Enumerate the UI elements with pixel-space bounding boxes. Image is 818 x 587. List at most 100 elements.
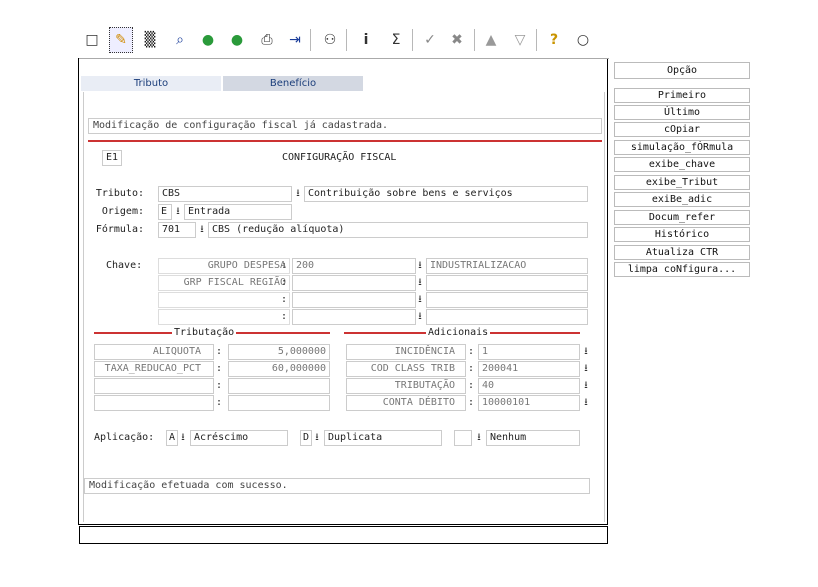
tributacao-value-1[interactable]: 5,000000 xyxy=(228,344,330,360)
main-frame: Tributo Benefício Modificação de configu… xyxy=(78,58,609,525)
historico-button[interactable]: Histórico xyxy=(614,227,750,242)
aplicacao-a-dropdown-icon[interactable]: ⭳ xyxy=(177,431,189,445)
toolbar-separator xyxy=(536,29,537,51)
form-panel: Modificação de configuração fiscal já ca… xyxy=(83,92,605,522)
status-bar xyxy=(79,526,608,544)
tributo-dropdown-icon[interactable]: ⭳ xyxy=(292,187,304,201)
adicionais-value-3[interactable]: 40 xyxy=(478,378,580,394)
chave-desc-2 xyxy=(426,275,588,291)
page-title: CONFIGURAÇÃO FISCAL xyxy=(282,152,397,163)
docum-refer-button[interactable]: Docum_refer xyxy=(614,210,750,225)
adicionais-value-1[interactable]: 1 xyxy=(478,344,580,360)
tab-beneficio[interactable]: Benefício xyxy=(223,76,363,91)
adicionais-value-4[interactable]: 10000101 xyxy=(478,395,580,411)
new-icon[interactable]: □ xyxy=(80,27,104,53)
atualiza-ctr-button[interactable]: Atualiza CTR xyxy=(614,245,750,260)
primeiro-button[interactable]: Primeiro xyxy=(614,88,750,103)
exibe-chave-button[interactable]: exibe_chave xyxy=(614,157,750,172)
exibe-adic-button[interactable]: exiBe_adic xyxy=(614,192,750,207)
toolbar-separator xyxy=(474,29,475,51)
colon: : xyxy=(216,380,223,391)
go-next-icon[interactable]: ● xyxy=(196,27,220,53)
formula-dropdown-icon[interactable]: ⭳ xyxy=(196,223,208,237)
cancel-tools-icon[interactable]: ✖ xyxy=(445,27,469,53)
adicionais-dropdown-icon[interactable]: ⭳ xyxy=(580,362,592,376)
chave-code-3[interactable] xyxy=(292,292,416,308)
ultimo-button[interactable]: Último xyxy=(614,105,750,120)
chave-code-1[interactable]: 200 xyxy=(292,258,416,274)
tributacao-name-2: TAXA_REDUCAO_PCT xyxy=(94,361,214,377)
adicionais-dropdown-icon[interactable]: ⭳ xyxy=(580,396,592,410)
up-icon[interactable]: ▲ xyxy=(479,27,503,53)
formula-desc-field: CBS (redução alíquota) xyxy=(208,222,588,238)
tributo-label: Tributo: xyxy=(95,188,144,199)
colon: : xyxy=(281,311,288,322)
chave-code-4[interactable] xyxy=(292,309,416,325)
colon: : xyxy=(216,363,223,374)
chave-desc-1: INDUSTRIALIZACAO xyxy=(426,258,588,274)
message-bottom: Modificação efetuada com sucesso. xyxy=(84,478,590,494)
adicionais-dropdown-icon[interactable]: ⭳ xyxy=(580,379,592,393)
formula-code-field[interactable]: 701 xyxy=(158,222,196,238)
adicionais-name-2: COD CLASS TRIB xyxy=(346,361,466,377)
tributacao-name-3 xyxy=(94,378,214,394)
simulacao-formula-button[interactable]: simulação_fÓRmula xyxy=(614,140,750,155)
tributo-desc-field: Contribuição sobre bens e serviços xyxy=(304,186,588,202)
chave-name-4 xyxy=(158,309,290,325)
limpa-configura-button[interactable]: limpa coNfigura... xyxy=(614,262,750,277)
aplicacao-n-dropdown-icon[interactable]: ⭳ xyxy=(473,431,485,445)
colon: : xyxy=(216,346,223,357)
tributacao-title: Tributação xyxy=(172,327,237,339)
toolbar: □ ✎ ▒ ⌕ ● ● ⎙ ⇥ ⚇ i Σ ✓ ✖ ▲ ▽ ? ○ xyxy=(78,24,608,58)
adicionais-name-3: TRIBUTAÇÃO xyxy=(346,378,466,394)
go-prev-icon[interactable]: ● xyxy=(225,27,249,53)
origem-code-field[interactable]: E xyxy=(158,204,172,220)
chave-code-2[interactable] xyxy=(292,275,416,291)
search-icon[interactable]: ⌕ xyxy=(168,27,192,53)
tributacao-name-4 xyxy=(94,395,214,411)
adicionais-dropdown-icon[interactable]: ⭳ xyxy=(580,345,592,359)
exibe-tribut-button[interactable]: exibe_Tribut xyxy=(614,175,750,190)
tributacao-name-1: ALIQUOTA xyxy=(94,344,214,360)
confirm-icon[interactable]: ✓ xyxy=(418,27,442,53)
chave-dropdown-icon[interactable]: ⭳ xyxy=(414,259,426,273)
down-icon[interactable]: ▽ xyxy=(508,27,532,53)
delete-icon[interactable]: ▒ xyxy=(138,27,162,53)
origem-label: Origem: xyxy=(101,206,144,217)
comment-icon[interactable]: ○ xyxy=(571,27,595,53)
copiar-button[interactable]: cOpiar xyxy=(614,122,750,137)
toolbar-separator xyxy=(346,29,347,51)
colon: : xyxy=(468,346,475,357)
colon: : xyxy=(281,294,288,305)
info-icon[interactable]: i xyxy=(354,27,378,53)
chave-dropdown-icon[interactable]: ⭳ xyxy=(414,293,426,307)
edit-icon[interactable]: ✎ xyxy=(109,27,133,53)
tab-tributo[interactable]: Tributo xyxy=(81,76,221,91)
toolbar-separator xyxy=(412,29,413,51)
tributacao-value-4[interactable] xyxy=(228,395,330,411)
opcao-header: Opção xyxy=(614,62,750,79)
colon: : xyxy=(468,380,475,391)
colon: : xyxy=(281,260,288,271)
chave-label: Chave: xyxy=(106,260,143,271)
print-icon[interactable]: ⎙ xyxy=(255,27,279,53)
chave-dropdown-icon[interactable]: ⭳ xyxy=(414,276,426,290)
aplicacao-a-desc: Acréscimo xyxy=(190,430,288,446)
adicionais-name-4: CONTA DÉBITO xyxy=(346,395,466,411)
tributo-code-field[interactable]: CBS xyxy=(158,186,292,202)
help-icon[interactable]: ? xyxy=(542,27,566,53)
chave-desc-4 xyxy=(426,309,588,325)
binoculars-icon[interactable]: ⚇ xyxy=(318,27,342,53)
adicionais-value-2[interactable]: 200041 xyxy=(478,361,580,377)
aplicacao-d-dropdown-icon[interactable]: ⭳ xyxy=(311,431,323,445)
origem-dropdown-icon[interactable]: ⭳ xyxy=(172,205,184,219)
colon: : xyxy=(216,397,223,408)
tributacao-value-3[interactable] xyxy=(228,378,330,394)
chave-dropdown-icon[interactable]: ⭳ xyxy=(414,310,426,324)
tributacao-value-2[interactable]: 60,000000 xyxy=(228,361,330,377)
aplicacao-n-code[interactable] xyxy=(454,430,472,446)
toolbar-separator xyxy=(310,29,311,51)
sum-icon[interactable]: Σ xyxy=(384,27,408,53)
colon: : xyxy=(468,397,475,408)
export-icon[interactable]: ⇥ xyxy=(283,27,307,53)
